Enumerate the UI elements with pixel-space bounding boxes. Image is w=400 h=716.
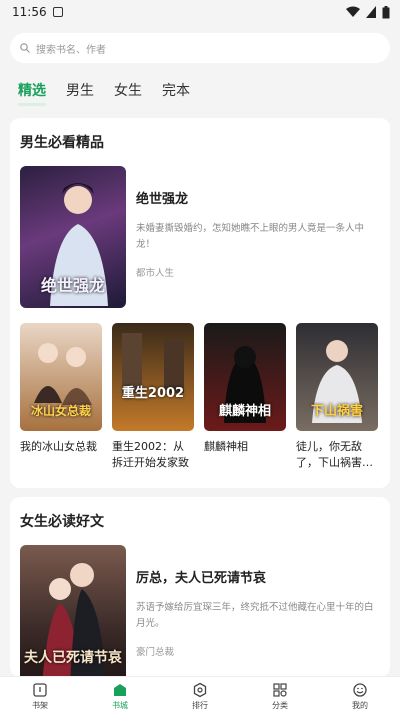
status-bar: 11:56	[0, 0, 400, 24]
signal-icon	[366, 6, 376, 18]
wifi-icon	[346, 6, 360, 17]
nav-label: 分类	[272, 701, 288, 710]
cover-title: 麒麟神相	[218, 404, 271, 419]
category-tabs: 精选 男生 女生 完本	[18, 80, 190, 106]
ranking-icon	[193, 682, 207, 698]
bookshelf-icon	[33, 683, 47, 697]
search-placeholder: 搜索书名、作者	[36, 44, 106, 56]
book-item[interactable]: 重生2002 重生2002：从拆迁开始发家致富	[112, 323, 194, 471]
featured-book-title: 厉总，夫人已死请节哀	[136, 571, 267, 586]
book-title: 麒麟神相	[204, 440, 248, 453]
nav-bookstore[interactable]: 书城	[90, 682, 150, 711]
nav-label: 书城	[112, 701, 128, 710]
search-icon	[20, 43, 30, 53]
bookstore-icon	[114, 684, 126, 696]
notification-icon	[52, 7, 63, 17]
featured-book-cover[interactable]: 夫人已死请节哀	[20, 545, 126, 677]
featured-book-title: 绝世强龙	[136, 192, 189, 207]
book-cover: 麒麟神相	[204, 323, 286, 431]
book-title: 我的冰山女总裁	[20, 440, 97, 453]
tab-female[interactable]: 女生	[114, 80, 142, 100]
section-title: 女生必读好文	[20, 514, 104, 530]
nav-category[interactable]: 分类	[250, 682, 310, 711]
featured-book-category: 都市人生	[136, 268, 175, 279]
book-title: 徒儿，你无敌了，下山祸害…	[296, 440, 373, 469]
book-title: 重生2002：从拆迁开始发家致富	[112, 440, 189, 469]
cover-title: 绝世强龙	[40, 276, 105, 295]
cover-art	[122, 333, 184, 393]
category-icon	[273, 683, 287, 697]
book-item[interactable]: 冰山女总裁 我的冰山女总裁	[20, 323, 102, 471]
tab-male[interactable]: 男生	[66, 80, 94, 100]
male-section-card: 男生必看精品 绝世强龙 绝世强龙 未婚妻撕毁婚约，怎知她瞧不上眼的男人竟是一条人…	[10, 118, 390, 488]
book-cover: 下山祸害	[296, 323, 378, 431]
book-item[interactable]: 下山祸害 徒儿，你无敌了，下山祸害…	[296, 323, 378, 471]
book-cover: 重生2002	[112, 323, 194, 431]
cover-title: 夫人已死请节哀	[24, 650, 122, 666]
featured-book-info[interactable]: 绝世强龙 未婚妻撕毁婚约，怎知她瞧不上眼的男人竟是一条人中龙！ 都市人生	[136, 166, 380, 279]
search-input[interactable]: 搜索书名、作者	[10, 33, 390, 63]
cover-title: 下山祸害	[310, 404, 363, 419]
cover-title: 冰山女总裁	[30, 404, 91, 418]
status-time: 11:56	[12, 5, 47, 19]
tab-featured[interactable]: 精选	[18, 80, 46, 106]
bottom-nav: 书架 书城 排行 分类 我的	[0, 676, 400, 716]
nav-bookshelf[interactable]: 书架	[10, 682, 70, 711]
book-cover: 冰山女总裁	[20, 323, 102, 431]
profile-icon	[353, 683, 367, 697]
nav-profile[interactable]: 我的	[330, 682, 390, 711]
cover-title: 重生2002	[121, 386, 185, 401]
nav-ranking[interactable]: 排行	[170, 682, 230, 711]
nav-label: 我的	[352, 701, 368, 710]
featured-book-desc: 苏语予嫁给厉宜琛三年，终究抵不过他藏在心里十年的白月光。	[136, 602, 374, 629]
tab-completed[interactable]: 完本	[162, 80, 190, 100]
nav-label: 书架	[32, 701, 48, 710]
featured-book-category: 豪门总裁	[136, 647, 175, 658]
featured-book-cover[interactable]: 绝世强龙	[20, 166, 126, 308]
book-row: 冰山女总裁 我的冰山女总裁 重生2002 重生2002：从拆迁开始发家致富 麒麟…	[20, 323, 378, 471]
female-section-card: 女生必读好文 夫人已死请节哀 厉总，夫人已死请节哀 苏语予嫁给厉宜琛三年，终究抵…	[10, 497, 390, 677]
section-title: 男生必看精品	[20, 135, 104, 151]
nav-label: 排行	[192, 701, 208, 710]
featured-book-info[interactable]: 厉总，夫人已死请节哀 苏语予嫁给厉宜琛三年，终究抵不过他藏在心里十年的白月光。 …	[136, 545, 380, 658]
book-item[interactable]: 麒麟神相 麒麟神相	[204, 323, 286, 471]
featured-book-desc: 未婚妻撕毁婚约，怎知她瞧不上眼的男人竟是一条人中龙！	[136, 223, 365, 250]
battery-icon	[382, 5, 390, 18]
